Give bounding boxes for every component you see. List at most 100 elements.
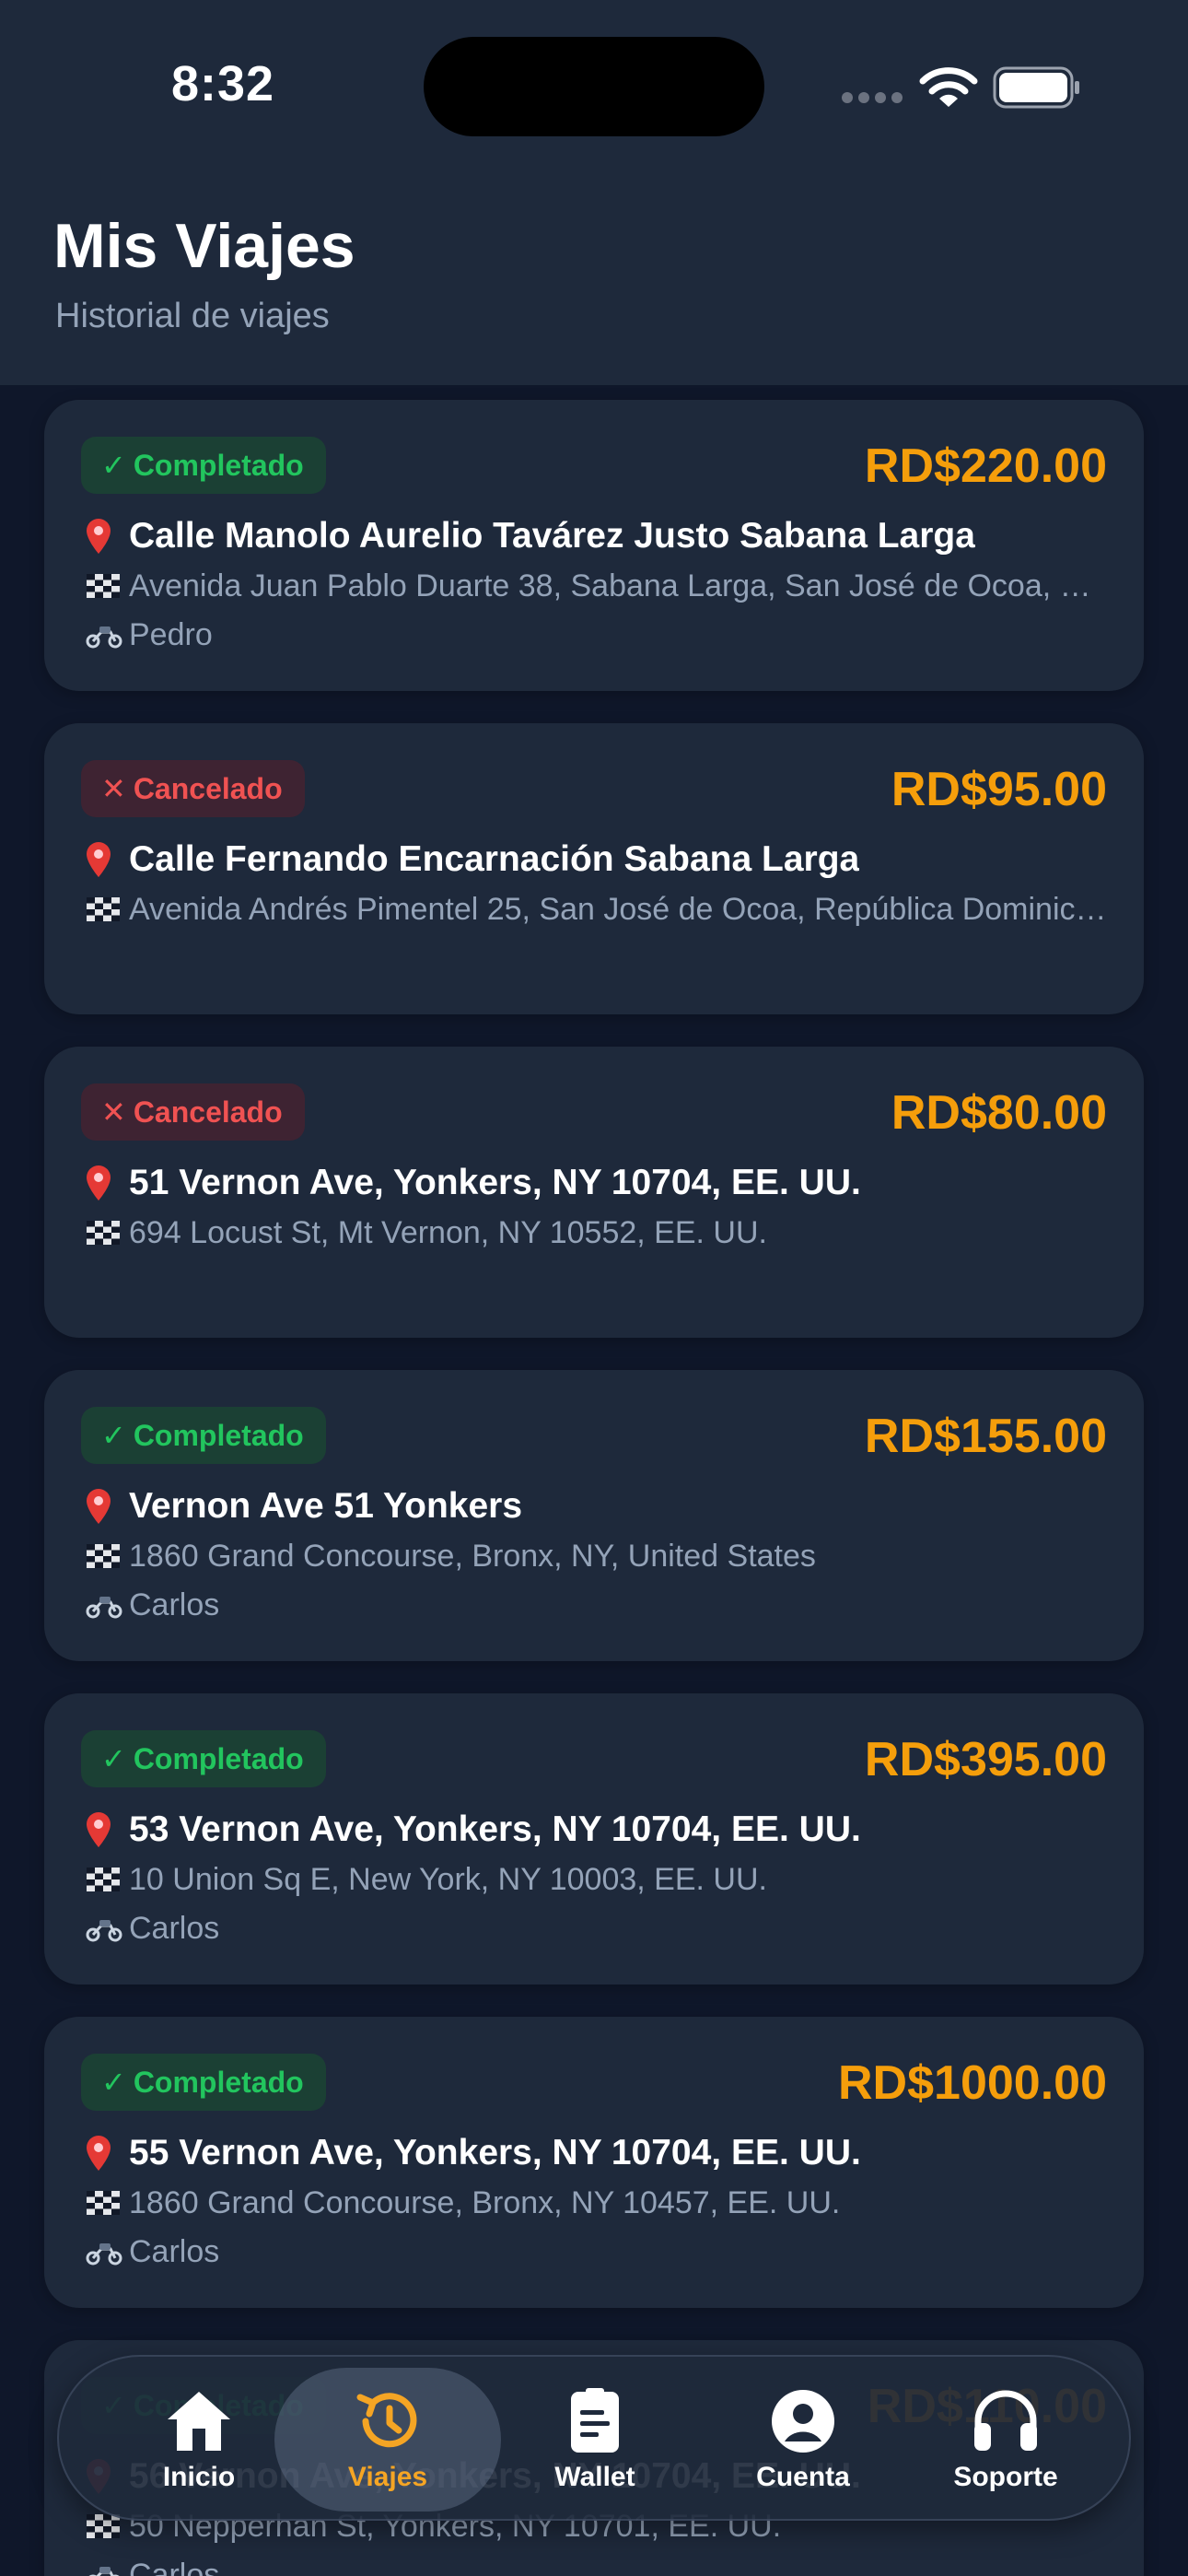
driver-name: Carlos: [129, 1910, 220, 1946]
trip-card[interactable]: ✓ Completado RD$220.00 Calle Manolo Aurelio…: [44, 400, 1144, 691]
header: 8:32 Mis Viajes Historial de viajes: [0, 0, 1188, 385]
tab-cuenta-label: Cuenta: [756, 2462, 850, 2492]
status-label: Completado: [133, 1419, 304, 1452]
tab-wallet[interactable]: Wallet: [494, 2368, 696, 2512]
account-icon: [772, 2390, 834, 2453]
status-mark: ✕: [101, 1095, 126, 1129]
trip-list: ✓ Completado RD$220.00 Calle Manolo Aurelio…: [44, 400, 1144, 2576]
destination-address: 10 Union Sq E, New York, NY 10003, EE. U…: [129, 1861, 767, 1897]
pin-icon: [85, 1487, 129, 1526]
checkered-flag-icon: [85, 2189, 129, 2217]
tab-viajes[interactable]: Viajes: [274, 2368, 501, 2512]
origin-address: 53 Vernon Ave, Yonkers, NY 10704, EE. UU…: [129, 1809, 861, 1849]
trip-price: RD$95.00: [891, 763, 1107, 816]
page-subtitle: Historial de viajes: [55, 297, 330, 335]
trip-price: RD$395.00: [864, 1733, 1107, 1786]
status-label: Completado: [133, 1742, 304, 1775]
origin-address: 55 Vernon Ave, Yonkers, NY 10704, EE. UU…: [129, 2133, 861, 2172]
driver-row: Pedro: [85, 612, 1107, 658]
status-badge: ✓Completado: [81, 1407, 326, 1464]
status-time: 8:32: [171, 56, 275, 111]
battery-icon: [993, 66, 1079, 109]
status-mark: ✓: [101, 2066, 126, 2099]
origin-row: Calle Manolo Aurelio Tavárez Justo Saban…: [85, 512, 1107, 560]
checkered-flag-icon: [85, 1542, 129, 1570]
checkered-flag-icon: [85, 1219, 129, 1247]
trip-price: RD$1000.00: [838, 2056, 1107, 2110]
driver-row: Carlos: [85, 2229, 1107, 2275]
tab-cuenta[interactable]: Cuenta: [702, 2368, 904, 2512]
driver-row: Carlos: [85, 1905, 1107, 1951]
status-badge: ✓Completado: [81, 1730, 326, 1787]
home-icon: [168, 2392, 230, 2451]
destination-row: 1860 Grand Concourse, Bronx, NY, United …: [85, 1534, 1107, 1578]
headset-icon: [974, 2390, 1037, 2451]
status-label: Completado: [133, 2066, 304, 2099]
status-mark: ✓: [101, 1742, 126, 1775]
dynamic-island: [424, 37, 764, 136]
checkered-flag-icon: [85, 572, 129, 600]
trip-card[interactable]: ✓ Completado RD$395.00 53 Vernon Ave, Yonke…: [44, 1693, 1144, 1985]
wifi-icon: [919, 67, 978, 107]
motorcycle-icon: [85, 2561, 129, 2576]
trip-price: RD$80.00: [891, 1086, 1107, 1140]
page-title: Mis Viajes: [53, 211, 355, 281]
trip-card[interactable]: ✓ Completado RD$1000.00 55 Vernon Ave, Yonk…: [44, 2017, 1144, 2308]
trips-screen: 8:32 Mis Viajes Historial de viajes ✓ Com…: [0, 0, 1188, 2576]
trip-card[interactable]: ✓ Completado RD$155.00 Vernon Ave 51 Yonker…: [44, 1370, 1144, 1661]
history-icon: [356, 2393, 417, 2448]
destination-address: 1860 Grand Concourse, Bronx, NY 10457, E…: [129, 2184, 841, 2220]
destination-row: Avenida Andrés Pimentel 25, San José de …: [85, 887, 1107, 931]
origin-address: Calle Manolo Aurelio Tavárez Justo Saban…: [129, 516, 975, 556]
motorcycle-icon: [85, 1914, 129, 1942]
tab-soporte-label: Soporte: [953, 2462, 1058, 2492]
destination-address: Avenida Juan Pablo Duarte 38, Sabana Lar…: [129, 568, 1107, 603]
motorcycle-icon: [85, 2238, 129, 2266]
pin-icon: [85, 1164, 129, 1202]
tab-wallet-label: Wallet: [554, 2462, 635, 2492]
origin-address: Vernon Ave 51 Yonkers: [129, 1486, 523, 1526]
status-badge: ✕ Cancelado: [81, 1083, 305, 1141]
destination-row: 10 Union Sq E, New York, NY 10003, EE. U…: [85, 1857, 1107, 1902]
status-label: Cancelado: [133, 772, 283, 805]
destination-row: 694 Locust St, Mt Vernon, NY 10552, EE. …: [85, 1211, 1107, 1255]
destination-address: 694 Locust St, Mt Vernon, NY 10552, EE. …: [129, 1214, 767, 1250]
status-label: Completado: [133, 449, 304, 482]
destination-row: Avenida Juan Pablo Duarte 38, Sabana Lar…: [85, 564, 1107, 608]
origin-row: 51 Vernon Ave, Yonkers, NY 10704, EE. UU…: [85, 1159, 1107, 1207]
cellular-signal-icon: [842, 92, 906, 105]
destination-address: 1860 Grand Concourse, Bronx, NY, United …: [129, 1538, 816, 1574]
trip-card[interactable]: ✕ Cancelado RD$95.00 Calle Fernando Encarna…: [44, 723, 1144, 1014]
tab-viajes-label: Viajes: [347, 2462, 428, 2492]
pin-icon: [85, 2134, 129, 2172]
checkered-flag-icon: [85, 896, 129, 923]
origin-row: 53 Vernon Ave, Yonkers, NY 10704, EE. UU…: [85, 1806, 1107, 1854]
motorcycle-icon: [85, 621, 129, 649]
trip-price: RD$220.00: [864, 439, 1107, 493]
destination-row: 1860 Grand Concourse, Bronx, NY 10457, E…: [85, 2181, 1107, 2225]
driver-name: Carlos: [129, 2557, 220, 2576]
origin-row: Vernon Ave 51 Yonkers: [85, 1482, 1107, 1530]
origin-address: 51 Vernon Ave, Yonkers, NY 10704, EE. UU…: [129, 1163, 861, 1202]
driver-name: Carlos: [129, 2233, 220, 2269]
pin-icon: [85, 1810, 129, 1849]
status-label: Cancelado: [133, 1095, 283, 1129]
pin-icon: [85, 517, 129, 556]
destination-address: Avenida Andrés Pimentel 25, San José de …: [129, 891, 1107, 927]
tab-bar: Inicio Viajes Wallet Cuenta Soporte: [57, 2355, 1131, 2521]
origin-row: Calle Fernando Encarnación Sabana Larga: [85, 836, 1107, 884]
driver-row: Carlos: [85, 2552, 1107, 2576]
status-mark: ✕: [101, 772, 126, 805]
status-mark: ✓: [101, 449, 126, 482]
driver-name: Carlos: [129, 1587, 220, 1622]
motorcycle-icon: [85, 1591, 129, 1619]
trip-card[interactable]: ✕ Cancelado RD$80.00 51 Vernon Ave, Yonkers…: [44, 1047, 1144, 1338]
tab-soporte[interactable]: Soporte: [904, 2368, 1107, 2512]
trip-price: RD$155.00: [864, 1410, 1107, 1463]
status-badge: ✓Completado: [81, 437, 326, 494]
status-mark: ✓: [101, 1419, 126, 1452]
driver-row: Carlos: [85, 1582, 1107, 1628]
pin-icon: [85, 840, 129, 879]
wallet-icon: [571, 2388, 619, 2453]
tab-inicio[interactable]: Inicio: [98, 2368, 300, 2512]
